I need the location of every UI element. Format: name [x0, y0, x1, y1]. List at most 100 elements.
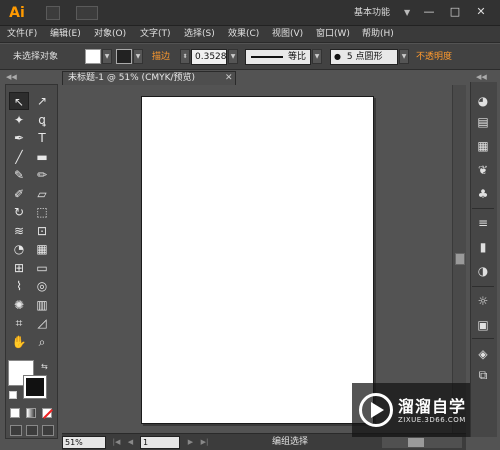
stroke-weight-stepper[interactable]: ⬍: [180, 49, 190, 64]
stroke-panel-icon[interactable]: ≡: [474, 214, 492, 232]
hand-tool-icon[interactable]: ✋: [9, 333, 29, 351]
type-tool-icon[interactable]: T: [32, 129, 52, 147]
layers-panel-icon[interactable]: ◈: [474, 345, 492, 363]
next-artboard-button[interactable]: ▶: [186, 436, 195, 449]
panel-divider: [472, 338, 494, 339]
menu-file[interactable]: 文件(F): [7, 26, 37, 43]
menu-window[interactable]: 窗口(W): [316, 26, 350, 43]
menu-select[interactable]: 选择(S): [184, 26, 215, 43]
last-artboard-button[interactable]: ▶|: [200, 436, 209, 449]
line-segment-tool-icon[interactable]: ╱: [9, 148, 29, 166]
slice-tool-icon[interactable]: ◿: [32, 314, 52, 332]
horizontal-scroll-thumb[interactable]: [408, 438, 424, 447]
menu-type[interactable]: 文字(T): [140, 26, 171, 43]
warp-tool-icon[interactable]: ≋: [9, 222, 29, 240]
appearance-panel-icon[interactable]: ☼: [474, 292, 492, 310]
perspective-grid-tool-icon[interactable]: ▦: [32, 240, 52, 258]
menu-help[interactable]: 帮助(H): [362, 26, 394, 43]
minimize-button[interactable]: —: [418, 3, 440, 21]
shape-builder-tool-icon[interactable]: ◔: [9, 240, 29, 258]
paintbrush-tool-icon[interactable]: ✎: [9, 166, 29, 184]
rectangle-tool-icon[interactable]: ▬: [32, 148, 52, 166]
gradient-tool-icon[interactable]: ▭: [32, 259, 52, 277]
tab-document[interactable]: 未标题-1 @ 51% (CMYK/预览) ✕: [62, 71, 236, 85]
gradient-panel-icon[interactable]: ▮: [474, 238, 492, 256]
opacity-label[interactable]: 不透明度: [416, 50, 452, 64]
color-mode-button[interactable]: [10, 408, 20, 418]
zoom-tool-icon[interactable]: ⌕: [32, 333, 52, 351]
vertical-scrollbar[interactable]: [452, 85, 466, 433]
fill-dropdown[interactable]: ▼: [102, 49, 112, 64]
none-mode-button[interactable]: [42, 408, 53, 419]
bridge-button[interactable]: [46, 6, 60, 20]
mesh-tool-icon[interactable]: ⊞: [9, 259, 29, 277]
free-transform-tool-icon[interactable]: ⊡: [32, 222, 52, 240]
menu-view[interactable]: 视图(V): [272, 26, 303, 43]
zoom-field[interactable]: 51%: [62, 436, 106, 449]
direct-selection-tool-icon[interactable]: ↗: [32, 92, 52, 110]
chevron-down-icon: ▼: [404, 8, 411, 17]
previous-artboard-button[interactable]: ◀: [126, 436, 135, 449]
tool-panel-collapse-icon[interactable]: ◀◀: [6, 73, 17, 81]
eyedropper-tool-icon[interactable]: ⌇: [9, 277, 29, 295]
title-bar: Ai 基本功能 ▼ — □ ✕: [0, 0, 500, 26]
stroke-swatch[interactable]: [116, 49, 132, 64]
stroke-label[interactable]: 描边: [152, 50, 170, 64]
menu-effect[interactable]: 效果(C): [228, 26, 259, 43]
draw-mode-icon[interactable]: [10, 425, 22, 436]
draw-behind-icon[interactable]: [26, 425, 38, 436]
swap-colors-icon[interactable]: ⇆: [41, 362, 48, 371]
close-tab-button[interactable]: ✕: [225, 72, 233, 85]
column-graph-tool-icon[interactable]: ▥: [32, 296, 52, 314]
profile-dropdown[interactable]: ▼: [312, 49, 322, 64]
vertical-scroll-thumb[interactable]: [455, 253, 465, 265]
brush-dot-icon: ●: [334, 52, 341, 61]
swatches-panel-icon[interactable]: ▦: [474, 137, 492, 155]
default-colors-icon[interactable]: [9, 391, 17, 399]
stroke-weight-field[interactable]: 0.3528: [191, 49, 227, 65]
arrange-documents-button[interactable]: [76, 6, 98, 20]
blob-brush-tool-icon[interactable]: ✐: [9, 185, 29, 203]
variable-width-profile[interactable]: 等比: [245, 49, 311, 65]
artboard[interactable]: [141, 96, 374, 424]
rotate-tool-icon[interactable]: ↻: [9, 203, 29, 221]
status-text[interactable]: 编组选择: [272, 436, 308, 449]
symbols-panel-icon[interactable]: ♣: [474, 185, 492, 203]
color-guide-panel-icon[interactable]: ▤: [474, 113, 492, 131]
stroke-weight-dropdown[interactable]: ▼: [228, 49, 238, 64]
selection-tool-icon[interactable]: ↖: [9, 92, 29, 110]
screen-mode-icon[interactable]: [42, 425, 54, 436]
fill-swatch[interactable]: [85, 49, 101, 64]
brush-definition[interactable]: ● 5 点圆形: [330, 49, 398, 65]
artboard-tool-icon[interactable]: ⌗: [9, 314, 29, 332]
color-panel-icon[interactable]: ◕: [474, 92, 492, 110]
panel-divider: [472, 286, 494, 287]
gradient-mode-button[interactable]: [26, 408, 36, 418]
artboard-number-field[interactable]: 1: [140, 436, 180, 449]
brushes-panel-icon[interactable]: ❦: [474, 161, 492, 179]
close-button[interactable]: ✕: [470, 3, 492, 21]
app-logo: Ai: [9, 5, 25, 21]
magic-wand-tool-icon[interactable]: ✦: [9, 111, 29, 129]
scale-tool-icon[interactable]: ⬚: [32, 203, 52, 221]
pencil-tool-icon[interactable]: ✏: [32, 166, 52, 184]
brush-dropdown[interactable]: ▼: [399, 49, 409, 64]
eraser-tool-icon[interactable]: ▱: [32, 185, 52, 203]
menu-object[interactable]: 对象(O): [94, 26, 126, 43]
artboards-panel-icon[interactable]: ⧉: [474, 366, 492, 384]
play-logo-icon: [359, 393, 393, 427]
maximize-button[interactable]: □: [444, 3, 466, 21]
menu-bar: 文件(F) 编辑(E) 对象(O) 文字(T) 选择(S) 效果(C) 视图(V…: [0, 26, 500, 43]
stroke-color-box[interactable]: [23, 375, 47, 399]
horizontal-scrollbar[interactable]: [382, 437, 462, 448]
first-artboard-button[interactable]: |◀: [112, 436, 121, 449]
pen-tool-icon[interactable]: ✒: [9, 129, 29, 147]
graphic-styles-panel-icon[interactable]: ▣: [474, 316, 492, 334]
stroke-dropdown[interactable]: ▼: [133, 49, 143, 64]
menu-edit[interactable]: 编辑(E): [50, 26, 81, 43]
right-panel-collapse-icon[interactable]: ◀◀: [476, 73, 487, 81]
transparency-panel-icon[interactable]: ◑: [474, 262, 492, 280]
lasso-tool-icon[interactable]: ꝗ: [32, 111, 52, 129]
symbol-sprayer-tool-icon[interactable]: ✺: [9, 296, 29, 314]
blend-tool-icon[interactable]: ◎: [32, 277, 52, 295]
